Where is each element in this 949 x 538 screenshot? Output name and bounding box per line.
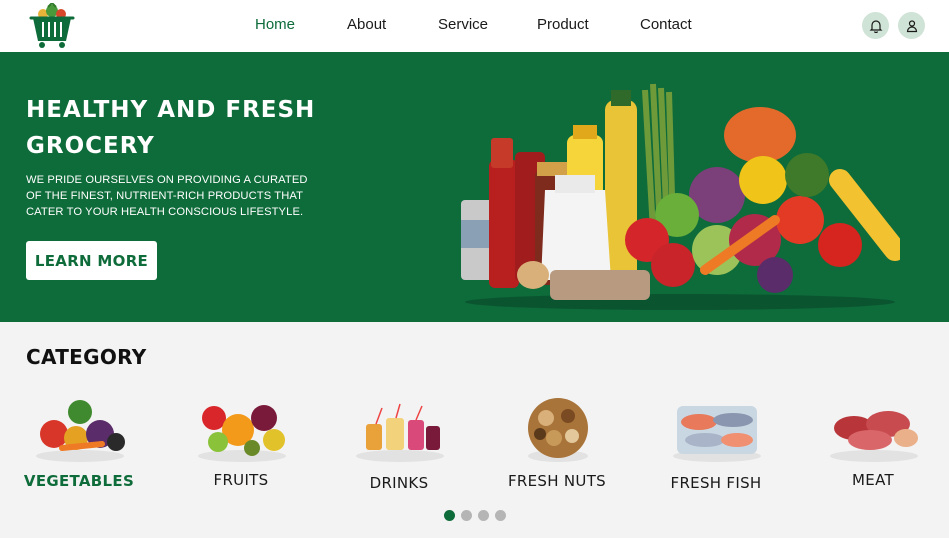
category-item-fruits[interactable]: FRUITS — [176, 394, 306, 494]
category-item-fresh-fish[interactable]: FRESH FISH — [651, 394, 781, 494]
hero-title-line1: HEALTHY AND FRESH — [26, 97, 316, 123]
nuts-image — [528, 398, 588, 462]
meat-image — [830, 411, 918, 462]
hero-title-line2: GROCERY — [26, 133, 155, 159]
vegetables-image — [36, 400, 125, 462]
nav-home[interactable]: Home — [255, 16, 295, 34]
nav-about[interactable]: About — [347, 16, 386, 34]
category-label-meat: MEAT — [852, 471, 894, 489]
carousel-dot-3[interactable] — [478, 510, 489, 521]
profile-button[interactable] — [898, 12, 925, 39]
user-icon — [906, 19, 917, 32]
hero-title: HEALTHY AND FRESH GROCERY — [26, 92, 366, 164]
category-label-drinks: DRINKS — [369, 474, 429, 492]
category-item-meat[interactable]: MEAT — [808, 394, 938, 494]
nav-contact[interactable]: Contact — [640, 16, 692, 34]
category-title: CATEGORY — [26, 345, 147, 369]
category-label-fresh-nuts: FRESH NUTS — [508, 472, 606, 490]
hero-description: WE PRIDE OURSELVES ON PROVIDING A CURATE… — [26, 174, 308, 218]
category-label-fresh-fish: FRESH FISH — [670, 474, 762, 492]
category-label-fruits: FRUITS — [213, 471, 269, 489]
category-item-fresh-nuts[interactable]: FRESH NUTS — [492, 394, 622, 494]
nav-service[interactable]: Service — [438, 16, 488, 34]
site-header: Home About Service Product Contact — [0, 0, 949, 52]
hero-banner: HEALTHY AND FRESH GROCERY WE PRIDE OURSE… — [0, 52, 949, 322]
category-label-vegetables: VEGETABLES — [23, 472, 135, 490]
carousel-pagination — [444, 510, 508, 522]
category-item-vegetables[interactable]: VEGETABLES — [14, 394, 144, 494]
category-section: CATEGORY VEGETABLES FRUITS DRINKS FRESH … — [0, 322, 949, 538]
carousel-dot-4[interactable] — [495, 510, 506, 521]
drinks-image — [356, 403, 444, 462]
groceries-assortment-image — [461, 83, 900, 310]
fish-image — [673, 406, 761, 462]
fruits-image — [198, 405, 286, 462]
bell-icon — [869, 19, 882, 33]
main-nav: Home About Service Product Contact — [0, 0, 949, 52]
carousel-dot-2[interactable] — [461, 510, 472, 521]
learn-more-button[interactable]: LEARN MORE — [26, 241, 157, 280]
nav-product[interactable]: Product — [537, 16, 589, 34]
notification-button[interactable] — [862, 12, 889, 39]
carousel-dot-1[interactable] — [444, 510, 455, 521]
category-item-drinks[interactable]: DRINKS — [334, 394, 464, 494]
